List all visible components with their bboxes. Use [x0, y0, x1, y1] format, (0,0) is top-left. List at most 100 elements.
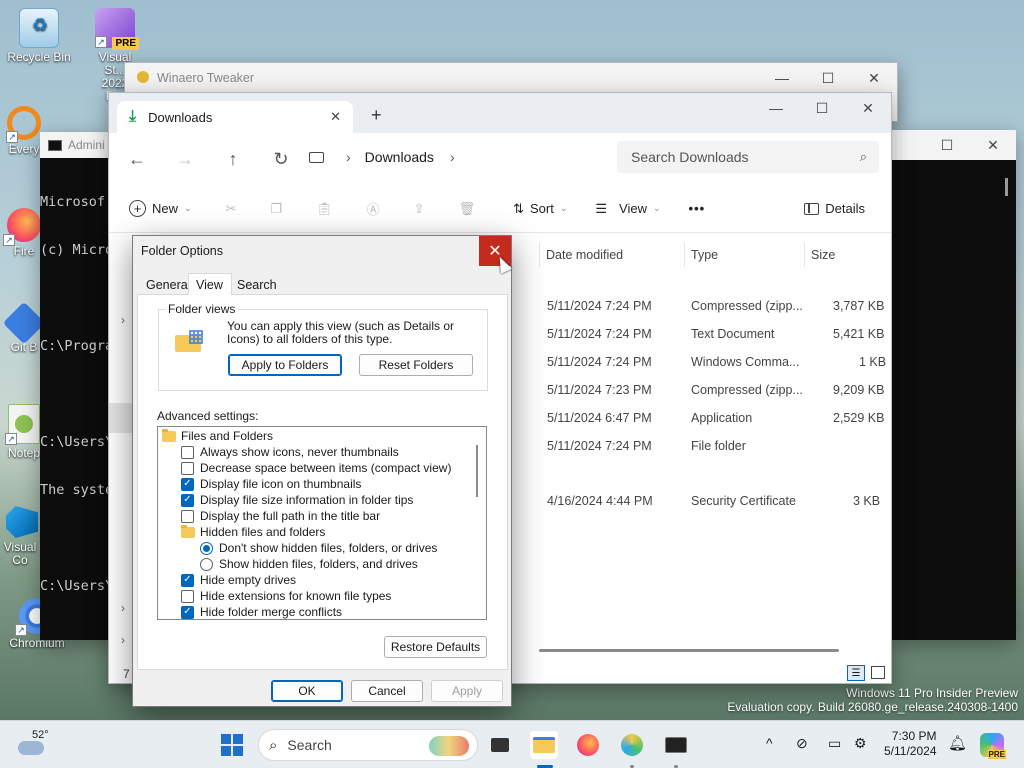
- close-tab-icon[interactable]: ✕: [330, 109, 341, 125]
- tab-general[interactable]: General: [146, 278, 190, 292]
- details-view-toggle[interactable]: ☰: [847, 665, 865, 681]
- radio-selected-icon[interactable]: [200, 541, 213, 555]
- tab-search[interactable]: Search: [237, 278, 277, 292]
- apply-button[interactable]: Apply: [431, 680, 503, 702]
- breadcrumb-chevron-icon[interactable]: ›: [450, 149, 455, 165]
- advanced-settings-tree[interactable]: Files and Folders Always show icons, nev…: [157, 426, 487, 620]
- view-button[interactable]: ☰ View ⌄: [585, 201, 670, 217]
- folder-options-dialog[interactable]: Folder Options ✕ General View Search Fol…: [132, 235, 512, 707]
- display-icon[interactable]: ▭: [828, 735, 841, 752]
- ok-button[interactable]: OK: [271, 680, 343, 702]
- setting-display-full-path[interactable]: Display the full path in the title bar: [181, 508, 380, 524]
- task-view-button[interactable]: [486, 731, 514, 759]
- search-box[interactable]: Search Downloads ⌕: [617, 141, 879, 173]
- checkbox-checked-icon[interactable]: ✓: [181, 573, 194, 587]
- refresh-button[interactable]: ↻: [257, 139, 305, 179]
- maximize-button[interactable]: ☐: [924, 130, 970, 160]
- search-input[interactable]: Search Downloads: [631, 149, 749, 165]
- checkbox-checked-icon[interactable]: ✓: [181, 477, 194, 491]
- setting-dont-show-hidden[interactable]: Don't show hidden files, folders, or dri…: [200, 540, 437, 556]
- minimize-button[interactable]: —: [753, 93, 799, 123]
- setting-always-show-icons[interactable]: Always show icons, never thumbnails: [181, 444, 399, 460]
- setting-display-file-icon[interactable]: ✓ Display file icon on thumbnails: [181, 476, 361, 492]
- notification-bell-icon[interactable]: 🔔︎: [948, 734, 967, 752]
- weather-widget[interactable]: 52°: [16, 729, 56, 761]
- reset-folders-button[interactable]: Reset Folders: [359, 354, 473, 376]
- sort-button[interactable]: ⇅ Sort ⌄: [503, 201, 577, 217]
- cut-button[interactable]: ✂: [216, 201, 247, 217]
- checkbox-checked-icon[interactable]: ✓: [181, 493, 194, 507]
- tree-group-files-and-folders[interactable]: Files and Folders: [162, 428, 273, 444]
- start-button[interactable]: [218, 731, 246, 759]
- maximize-button[interactable]: ☐: [799, 93, 845, 123]
- up-button[interactable]: ↑: [209, 139, 257, 179]
- nav-pane-selected-item[interactable]: [109, 403, 133, 433]
- nav-pane-chevron[interactable]: ›: [121, 313, 125, 327]
- network-off-icon[interactable]: ⊘: [796, 735, 808, 752]
- nav-pane-chevron[interactable]: ›: [121, 601, 125, 615]
- desktop-icon-git-bash[interactable]: Git B: [2, 301, 46, 354]
- forward-button[interactable]: →: [161, 139, 209, 179]
- clock[interactable]: 7:30 PM 5/11/2024: [884, 729, 937, 759]
- taskbar-search[interactable]: ⌕ Search: [258, 729, 478, 761]
- show-hidden-icons-button[interactable]: ^: [766, 735, 773, 751]
- tiles-view-toggle[interactable]: [871, 666, 885, 679]
- horizontal-scrollbar[interactable]: [539, 649, 839, 652]
- nav-pane-chevron[interactable]: ›: [121, 633, 125, 647]
- restore-defaults-button[interactable]: Restore Defaults: [384, 636, 487, 658]
- setting-decrease-space[interactable]: Decrease space between items (compact vi…: [181, 460, 451, 476]
- more-options-button[interactable]: •••: [679, 201, 716, 216]
- checkbox-icon[interactable]: [181, 589, 194, 603]
- desktop-icon-notepad-plus-plus[interactable]: ↗ Notep: [4, 404, 44, 460]
- column-date-modified[interactable]: Date modified: [539, 243, 684, 267]
- checkbox-icon[interactable]: [181, 461, 194, 475]
- paste-button[interactable]: 📋︎: [306, 201, 343, 217]
- column-size[interactable]: Size: [804, 243, 884, 267]
- cancel-button[interactable]: Cancel: [351, 680, 423, 702]
- share-button[interactable]: ⇪: [404, 201, 435, 217]
- rename-button[interactable]: Ⓐ: [357, 199, 390, 218]
- second-console-window[interactable]: ☐ ✕: [890, 130, 1016, 640]
- maximize-button[interactable]: ☐: [805, 63, 851, 93]
- details-pane-button[interactable]: Details: [794, 201, 875, 216]
- tab-downloads[interactable]: ⤓ Downloads ✕: [117, 101, 353, 133]
- delete-button[interactable]: 🗑︎: [449, 201, 486, 217]
- desktop-icon-everything[interactable]: ↗ Every: [4, 106, 44, 156]
- setting-display-file-size[interactable]: ✓ Display file size information in folder…: [181, 492, 413, 508]
- apply-to-folders-button[interactable]: Apply to Folders: [228, 354, 342, 376]
- copilot-button[interactable]: PRE: [980, 733, 1006, 759]
- console-output[interactable]: Microsof (c) Micro C:\Progra C:\Users\ T…: [40, 162, 113, 626]
- settings-icon[interactable]: ⚙: [854, 735, 867, 752]
- taskbar-terminal[interactable]: [662, 731, 690, 759]
- checkbox-checked-icon[interactable]: ✓: [181, 605, 194, 619]
- desktop-icon-vscode[interactable]: Visual Co: [0, 506, 44, 567]
- tab-view-active[interactable]: View: [188, 273, 232, 295]
- desktop-icon-label: Visual Co: [3, 540, 37, 567]
- checkbox-icon[interactable]: [181, 509, 194, 523]
- taskbar-firefox[interactable]: [574, 731, 602, 759]
- setting-hide-empty-drives[interactable]: ✓ Hide empty drives: [181, 572, 296, 588]
- address-bar[interactable]: › Downloads ›: [309, 141, 609, 173]
- setting-hide-extensions[interactable]: Hide extensions for known file types: [181, 588, 391, 604]
- desktop-icon-firefox[interactable]: ↗ Fire: [3, 208, 44, 258]
- taskbar-file-explorer[interactable]: [530, 731, 558, 759]
- radio-icon[interactable]: [200, 557, 213, 571]
- breadcrumb-downloads[interactable]: Downloads: [365, 149, 434, 165]
- setting-show-hidden[interactable]: Show hidden files, folders, and drives: [200, 556, 418, 572]
- copy-button[interactable]: ❐: [260, 201, 292, 217]
- desktop-icon-recycle-bin[interactable]: ♻ Recycle Bin: [4, 8, 74, 64]
- close-button[interactable]: ✕: [970, 130, 1016, 160]
- checkbox-icon[interactable]: [181, 445, 194, 459]
- tree-scrollbar-thumb[interactable]: [476, 445, 478, 497]
- tree-group-hidden-files[interactable]: Hidden files and folders: [181, 524, 325, 540]
- new-button[interactable]: + New ⌄: [119, 200, 202, 217]
- close-button[interactable]: ✕: [845, 93, 891, 123]
- taskbar-edge-canary[interactable]: [618, 731, 646, 759]
- scrollbar[interactable]: [1005, 178, 1008, 196]
- new-tab-button[interactable]: +: [371, 105, 382, 126]
- back-button[interactable]: ←: [113, 139, 161, 179]
- close-button[interactable]: ✕: [851, 63, 897, 93]
- setting-hide-merge-conflicts[interactable]: ✓ Hide folder merge conflicts: [181, 604, 342, 619]
- column-type[interactable]: Type: [684, 243, 804, 267]
- minimize-button[interactable]: —: [759, 63, 805, 93]
